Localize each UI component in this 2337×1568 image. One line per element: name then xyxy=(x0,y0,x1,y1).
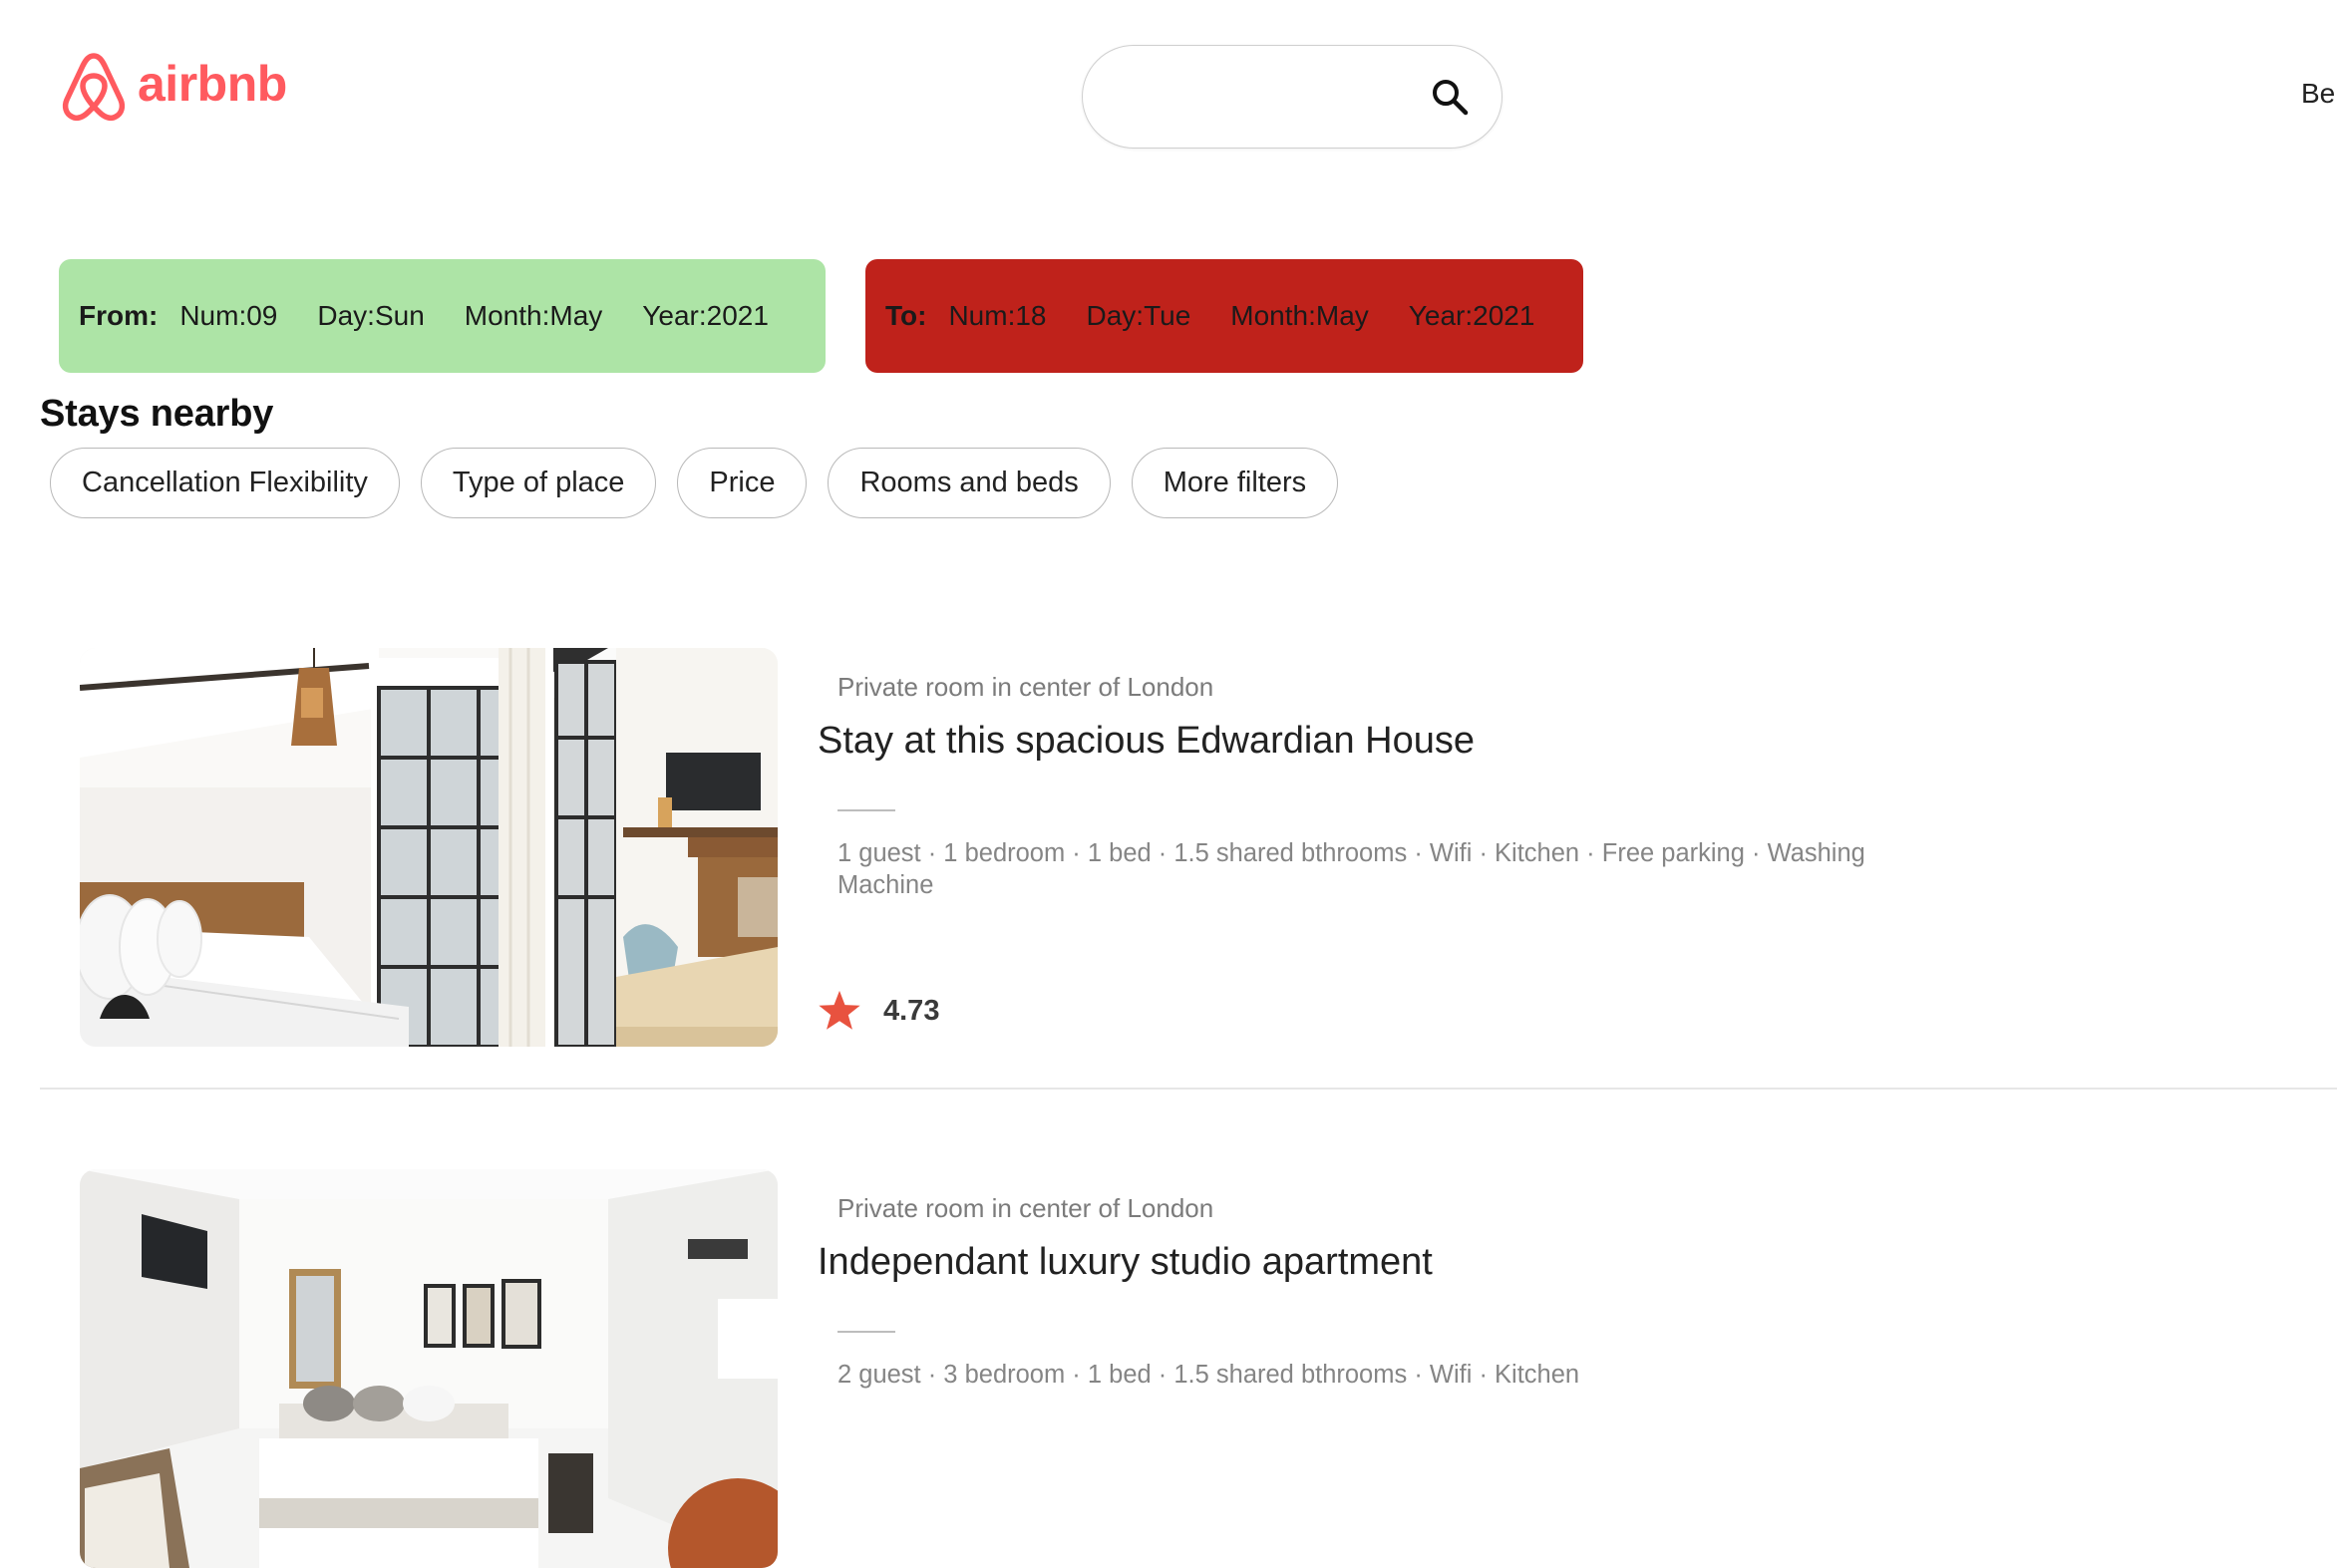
date-from-num: Num:09 xyxy=(179,300,278,331)
listing-photo[interactable] xyxy=(80,1169,778,1568)
star-icon xyxy=(819,990,860,1030)
listing-divider-short xyxy=(837,1331,895,1333)
search-bar[interactable] xyxy=(1082,45,1502,149)
listing-subtitle: Private room in center of London xyxy=(837,1193,1214,1223)
filter-bar: Cancellation Flexibility Type of place P… xyxy=(50,448,1339,518)
date-to-year: Year:2021 xyxy=(1408,300,1535,331)
listing-card[interactable]: Private room in center of London Stay at… xyxy=(0,648,2337,1089)
section-title: Stays nearby xyxy=(40,393,274,435)
logo-wordmark: airbnb xyxy=(138,56,287,112)
date-from-day: Day:Sun xyxy=(317,300,425,331)
airbnb-logo-icon xyxy=(62,53,126,122)
filter-price[interactable]: Price xyxy=(677,448,808,518)
listing-divider-short xyxy=(837,809,895,811)
bedroom-photo-image xyxy=(80,648,778,1047)
listing-title[interactable]: Stay at this spacious Edwardian House xyxy=(818,720,1475,763)
filter-more-filters[interactable]: More filters xyxy=(1131,448,1339,518)
date-from-year: Year:2021 xyxy=(642,300,769,331)
listing-divider xyxy=(40,1088,2337,1090)
search-input[interactable] xyxy=(1107,66,1390,128)
date-from-label: From: xyxy=(79,300,159,331)
listing-title[interactable]: Independant luxury studio apartment xyxy=(818,1241,1433,1284)
header-nav-link[interactable]: Be xyxy=(2301,80,2335,108)
date-from-month: Month:May xyxy=(464,300,603,331)
filter-cancellation-flexibility[interactable]: Cancellation Flexibility xyxy=(50,448,400,518)
listing-amenities: 1 guest · 1 bedroom · 1 bed · 1.5 shared… xyxy=(837,839,1865,899)
rating-value: 4.73 xyxy=(883,994,940,1027)
date-to-box[interactable]: To: Num:18 Day:Tue Month:May Year:2021 xyxy=(865,259,1583,373)
studio-photo-image xyxy=(80,1169,778,1568)
date-from-box[interactable]: From: Num:09 Day:Sun Month:May Year:2021 xyxy=(59,259,826,373)
search-icon xyxy=(1433,80,1469,116)
search-button[interactable] xyxy=(1422,69,1478,125)
date-to-num: Num:18 xyxy=(948,300,1047,331)
listing-amenities: 2 guest · 3 bedroom · 1 bed · 1.5 shared… xyxy=(837,1361,1580,1389)
listing-card[interactable]: Private room in center of London Indepen… xyxy=(0,1169,2337,1568)
listing-photo[interactable] xyxy=(80,648,778,1047)
date-to-day: Day:Tue xyxy=(1086,300,1191,331)
listing-rating: 4.73 xyxy=(818,990,939,1032)
date-to-month: Month:May xyxy=(1230,300,1369,331)
listing-subtitle: Private room in center of London xyxy=(837,672,1214,702)
filter-rooms-and-beds[interactable]: Rooms and beds xyxy=(828,448,1111,518)
filter-type-of-place[interactable]: Type of place xyxy=(420,448,657,518)
date-to-label: To: xyxy=(885,300,927,331)
airbnb-logo[interactable]: airbnb xyxy=(58,48,287,126)
